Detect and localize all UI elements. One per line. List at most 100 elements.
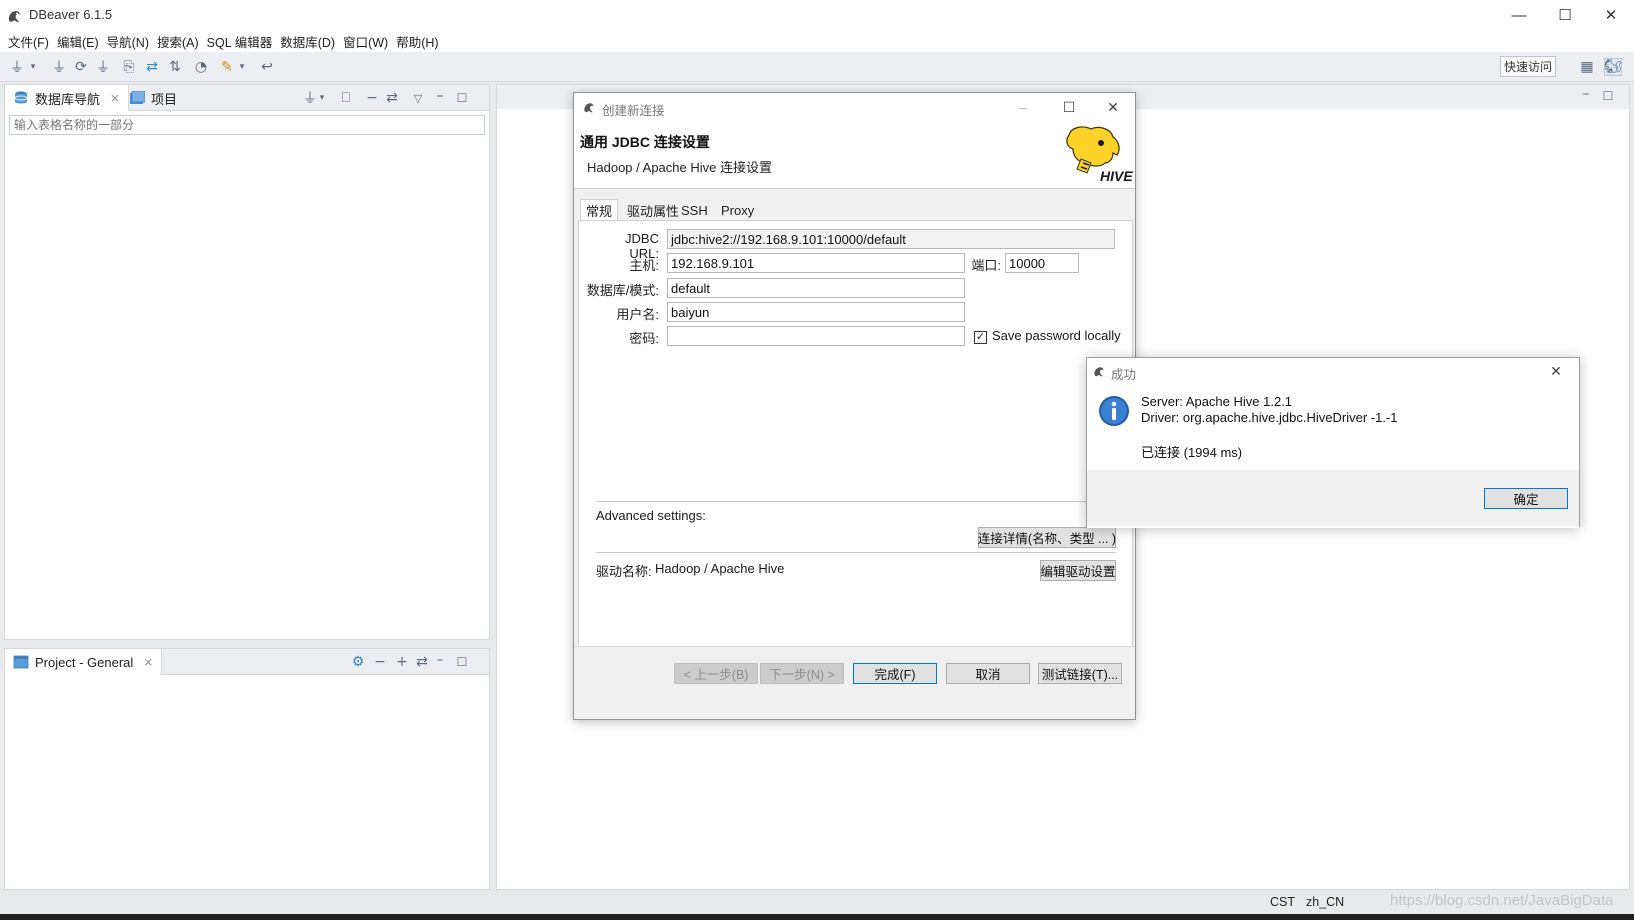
apache-hive-logo-icon: HIVE (1066, 126, 1133, 184)
sql-editor-icon[interactable]: ⎘ (120, 58, 138, 76)
password-field[interactable] (667, 326, 965, 346)
new-connection-icon[interactable]: ⏚ (8, 58, 26, 76)
dropdown-arrow-icon[interactable]: ▾ (28, 58, 38, 76)
advanced-settings-label: Advanced settings: (596, 508, 706, 523)
next-button[interactable]: 下一步(N) > (760, 663, 844, 684)
navigator-tab-strip: 数据库导航 ⨯ 项目 ⏚ ▾ ⎕ − ⇄ ▽ – ☐ (5, 85, 489, 111)
collapse-all-icon[interactable]: − (371, 653, 389, 671)
svg-text:HIVE: HIVE (1100, 168, 1133, 184)
server-version-text: Server: Apache Hive 1.2.1 (1141, 394, 1293, 409)
window-title: DBeaver 6.1.5 (29, 7, 113, 22)
success-dialog-button-bar: 确定 (1087, 470, 1579, 526)
navigate-back-icon[interactable]: ↩ (258, 58, 276, 76)
quick-access-field[interactable]: 快速访问 (1500, 56, 1556, 77)
database-label: 数据库/模式: (586, 283, 659, 298)
menu-navigate[interactable]: 导航(N) (103, 32, 153, 51)
tab-project-general[interactable]: Project - General ⨯ (5, 649, 163, 675)
commit-icon[interactable]: ⇄ (143, 58, 161, 76)
rollback-icon[interactable]: ⇅ (166, 58, 184, 76)
open-perspective-icon[interactable]: ▦ (1578, 58, 1596, 76)
minimize-view-icon[interactable]: – (431, 87, 449, 105)
success-dialog-title: 成功 (1111, 368, 1137, 382)
dialog-titlebar: 创建新连接 – ☐ ✕ (574, 93, 1135, 121)
tools-icon[interactable]: ✎ (218, 58, 236, 76)
link-with-editor-icon[interactable]: ⇄ (383, 89, 401, 107)
tools-dropdown-icon[interactable]: ▾ (237, 58, 247, 76)
menu-window[interactable]: 窗口(W) (339, 32, 392, 51)
connection-settings-form: JDBC URL: 主机: 端口: 数据库/模式: 用户名: 密码: ✓ Sav… (578, 220, 1133, 704)
finish-button[interactable]: 完成(F) (853, 663, 937, 684)
tab-projects-label: 项目 (151, 91, 178, 107)
dialog-maximize-button[interactable]: ☐ (1046, 93, 1092, 121)
disconnect-icon[interactable]: ⏚ (94, 58, 112, 76)
dropdown-arrow-icon[interactable]: ▾ (317, 89, 327, 107)
tab-database-navigator[interactable]: 数据库导航 ⨯ (5, 85, 130, 111)
driver-version-text: Driver: org.apache.hive.jdbc.HiveDriver … (1141, 410, 1398, 425)
database-icon (14, 91, 28, 104)
close-tab-icon[interactable]: ⨯ (110, 91, 120, 105)
project-tab-strip: Project - General ⨯ ⚙ − + ⇄ – ☐ (5, 649, 489, 675)
edit-driver-settings-button[interactable]: 编辑驱动设置 (1040, 560, 1116, 581)
ok-button[interactable]: 确定 (1484, 488, 1568, 509)
new-folder-icon[interactable]: ⎕ (337, 89, 355, 107)
minimize-editor-icon[interactable]: – (1577, 85, 1595, 103)
info-icon (1099, 396, 1129, 426)
dialog-minimize-button[interactable]: – (1000, 93, 1046, 121)
menu-help[interactable]: 帮助(H) (392, 32, 442, 51)
tab-projects[interactable]: 项目 (121, 85, 185, 111)
host-label: 主机: (629, 258, 659, 273)
navigator-search-input[interactable] (9, 115, 485, 135)
minimize-view-icon[interactable]: – (431, 651, 449, 669)
maximize-view-icon[interactable]: ☐ (453, 653, 471, 671)
connected-time-text: 已连接 (1994 ms) (1141, 445, 1243, 460)
menu-search[interactable]: 搜索(A) (153, 32, 203, 51)
minimize-button[interactable]: — (1496, 0, 1542, 30)
tab-general[interactable]: 常规 (580, 199, 619, 221)
tab-driver-properties[interactable]: 驱动属性 (622, 199, 684, 221)
success-dialog-close-button[interactable]: ✕ (1533, 358, 1579, 384)
success-dialog-titlebar: 成功 ✕ (1087, 358, 1579, 384)
connection-details-button[interactable]: 连接详情(名称、类型 ... ) (978, 527, 1116, 548)
menu-file[interactable]: 文件(F) (4, 32, 53, 51)
test-connection-button[interactable]: 测试链接(T)... (1038, 663, 1122, 684)
username-field[interactable] (667, 302, 965, 322)
menu-edit[interactable]: 编辑(E) (53, 32, 103, 51)
jdbc-url-field[interactable] (667, 229, 1115, 249)
save-password-checkbox[interactable]: ✓ (974, 331, 987, 344)
password-label: 密码: (629, 331, 659, 346)
save-password-label: Save password locally (992, 328, 1121, 343)
port-label: 端口: (971, 258, 1001, 273)
back-button[interactable]: < 上一步(B) (674, 663, 758, 684)
tab-ssh[interactable]: SSH (676, 199, 713, 221)
cancel-button[interactable]: 取消 (946, 663, 1030, 684)
maximize-view-icon[interactable]: ☐ (453, 89, 471, 107)
status-locale: zh_CN (1306, 895, 1345, 909)
close-window-button[interactable]: ✕ (1588, 0, 1634, 30)
window-titlebar: DBeaver 6.1.5 — ☐ ✕ (0, 0, 1634, 30)
port-field[interactable] (1005, 253, 1079, 273)
view-menu-icon[interactable]: ▽ (409, 89, 427, 107)
host-field[interactable] (667, 253, 965, 273)
database-field[interactable] (667, 278, 965, 298)
close-tab-icon[interactable]: ⨯ (143, 655, 153, 669)
project-icon (130, 91, 145, 104)
collapse-all-icon[interactable]: − (363, 89, 381, 107)
maximize-button[interactable]: ☐ (1542, 0, 1588, 30)
main-toolbar: ⏚ ▾ ⏚ ⟳ ⏚ ⎘ ⇄ ⇅ ◔ ✎ ▾ ↩ 快速访问 ▦ 🐿 (0, 52, 1634, 82)
transaction-mode-icon[interactable]: ◔ (192, 58, 210, 76)
dialog-close-button[interactable]: ✕ (1090, 93, 1136, 121)
link-with-editor-icon[interactable]: ⇄ (413, 653, 431, 671)
dialog-title: 创建新连接 (602, 104, 665, 118)
tab-proxy[interactable]: Proxy (716, 199, 759, 221)
expand-all-icon[interactable]: + (393, 653, 411, 671)
menu-database[interactable]: 数据库(D) (276, 32, 339, 51)
separator (596, 501, 1116, 502)
maximize-editor-icon[interactable]: ☐ (1599, 87, 1617, 105)
dialog-header: 通用 JDBC 连接设置 Hadoop / Apache Hive 连接设置 H… (574, 121, 1135, 189)
settings-gear-icon[interactable]: ⚙ (349, 653, 367, 671)
menu-sql-editor[interactable]: SQL 编辑器 (203, 32, 277, 51)
dialog-button-bar: < 上一步(B) 下一步(N) > 完成(F) 取消 测试链接(T)... (574, 646, 1135, 719)
connect-icon[interactable]: ⏚ (50, 58, 68, 76)
dbeaver-perspective-icon[interactable]: 🐿 (1604, 58, 1622, 76)
reconnect-icon[interactable]: ⟳ (72, 58, 90, 76)
